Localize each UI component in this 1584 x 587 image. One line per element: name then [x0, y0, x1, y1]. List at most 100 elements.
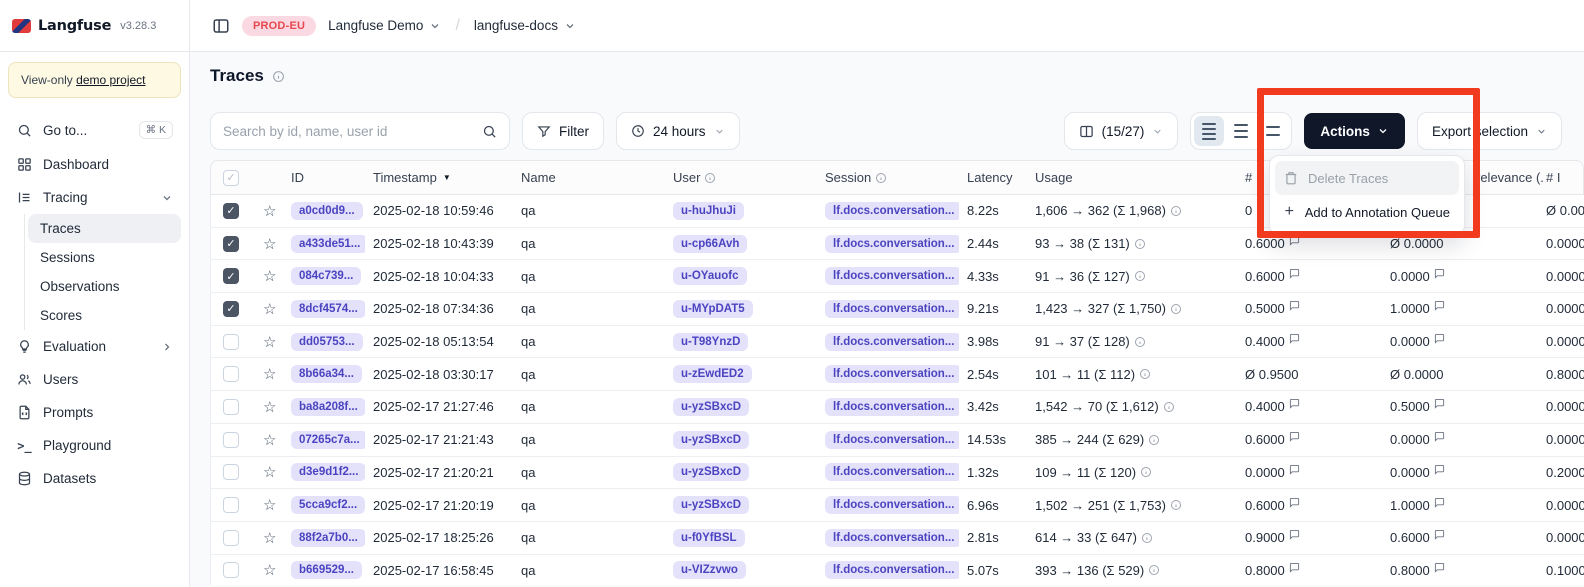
col-header-latency[interactable]: Latency: [959, 170, 1027, 185]
comment-icon[interactable]: [1289, 498, 1300, 508]
session-id-badge[interactable]: lf.docs.conversation...: [825, 235, 959, 253]
column-visibility-button[interactable]: (15/27): [1064, 112, 1179, 150]
info-icon[interactable]: [1141, 532, 1153, 544]
trace-row[interactable]: ☆88f2a7b0...2025-02-17 18:25:26qau-f0YfB…: [210, 522, 1584, 555]
comment-icon[interactable]: [1289, 465, 1300, 475]
sidebar-item-dashboard[interactable]: Dashboard: [8, 148, 181, 181]
star-icon[interactable]: ☆: [263, 463, 276, 481]
trace-id-badge[interactable]: 88f2a7b0...: [291, 529, 365, 547]
session-id-badge[interactable]: lf.docs.conversation...: [825, 398, 959, 416]
actions-button[interactable]: Actions: [1304, 113, 1405, 149]
trace-row[interactable]: ☆b669529...2025-02-17 16:58:45qau-VIZzvw…: [210, 555, 1584, 585]
row-checkbox[interactable]: [223, 399, 239, 415]
row-checkbox[interactable]: [223, 530, 239, 546]
sidebar-item-observations[interactable]: Observations: [28, 272, 181, 301]
sidebar-item-sessions[interactable]: Sessions: [28, 243, 181, 272]
col-header-session[interactable]: Session: [817, 170, 959, 185]
session-id-badge[interactable]: lf.docs.conversation...: [825, 431, 959, 449]
demo-project-link[interactable]: demo project: [76, 73, 145, 87]
comment-icon[interactable]: [1434, 432, 1445, 442]
trace-id-badge[interactable]: 07265c7a...: [291, 431, 365, 449]
row-checkbox[interactable]: [223, 366, 239, 382]
user-id-badge[interactable]: u-huJhuJi: [673, 202, 744, 220]
export-selection-button[interactable]: Export selection: [1417, 112, 1562, 150]
comment-icon[interactable]: [1434, 530, 1445, 540]
trace-row[interactable]: ☆d3e9d1f2...2025-02-17 21:20:21qau-yzSBx…: [210, 457, 1584, 490]
goto-search[interactable]: Go to... ⌘ K: [8, 112, 181, 148]
trace-id-badge[interactable]: d3e9d1f2...: [291, 463, 365, 481]
comment-icon[interactable]: [1434, 301, 1445, 311]
comment-icon[interactable]: [1434, 563, 1445, 573]
info-icon[interactable]: [1170, 303, 1182, 315]
comment-icon[interactable]: [1434, 334, 1445, 344]
trace-id-badge[interactable]: 8b66a34...: [291, 365, 362, 383]
sidebar-item-users[interactable]: Users: [8, 363, 181, 396]
comment-icon[interactable]: [1289, 236, 1300, 246]
row-checkbox[interactable]: [223, 432, 239, 448]
trace-row[interactable]: ☆07265c7a...2025-02-17 21:21:43qau-yzSBx…: [210, 424, 1584, 457]
trace-id-badge[interactable]: ba8a208f...: [291, 398, 365, 416]
comment-icon[interactable]: [1434, 269, 1445, 279]
info-icon[interactable]: [1139, 368, 1151, 380]
trace-row[interactable]: ☆8b66a34...2025-02-18 03:30:17qau-zEwdED…: [210, 358, 1584, 391]
sidebar-item-evaluation[interactable]: Evaluation: [8, 330, 181, 363]
trace-row[interactable]: ☆5cca9cf2...2025-02-17 21:20:19qau-yzSBx…: [210, 489, 1584, 522]
sidebar-item-datasets[interactable]: Datasets: [8, 462, 181, 495]
sidebar-item-prompts[interactable]: Prompts: [8, 396, 181, 429]
comment-icon[interactable]: [1289, 269, 1300, 279]
star-icon[interactable]: ☆: [263, 365, 276, 383]
user-id-badge[interactable]: u-T98YnzD: [673, 333, 748, 351]
sidebar-item-scores[interactable]: Scores: [28, 301, 181, 330]
col-header-user[interactable]: User: [665, 170, 817, 185]
info-icon[interactable]: [1163, 401, 1175, 413]
filter-button[interactable]: Filter: [522, 112, 604, 150]
comment-icon[interactable]: [1434, 498, 1445, 508]
session-id-badge[interactable]: lf.docs.conversation...: [825, 202, 959, 220]
session-id-badge[interactable]: lf.docs.conversation...: [825, 300, 959, 318]
user-id-badge[interactable]: u-yzSBxcD: [673, 463, 749, 481]
session-id-badge[interactable]: lf.docs.conversation...: [825, 365, 959, 383]
session-id-badge[interactable]: lf.docs.conversation...: [825, 561, 959, 579]
comment-icon[interactable]: [1289, 301, 1300, 311]
star-icon[interactable]: ☆: [263, 300, 276, 318]
trace-row[interactable]: ✓☆084c739...2025-02-18 10:04:33qau-OYauo…: [210, 260, 1584, 293]
session-id-badge[interactable]: lf.docs.conversation...: [825, 267, 959, 285]
user-id-badge[interactable]: u-MYpDAT5: [673, 300, 753, 318]
col-header-usage[interactable]: Usage: [1027, 170, 1237, 185]
star-icon[interactable]: ☆: [263, 529, 276, 547]
comment-icon[interactable]: [1289, 563, 1300, 573]
user-id-badge[interactable]: u-OYauofc: [673, 267, 747, 285]
user-id-badge[interactable]: u-f0YfBSL: [673, 529, 745, 547]
menu-item-add-to-annotation-queue[interactable]: + Add to Annotation Queue: [1275, 195, 1459, 229]
col-header-relevance[interactable]: relevance (...: [1466, 170, 1544, 185]
select-all-checkbox[interactable]: ✓: [223, 170, 239, 186]
star-icon[interactable]: ☆: [263, 202, 276, 220]
star-icon[interactable]: ☆: [263, 333, 276, 351]
trace-id-badge[interactable]: a0cd0d9...: [291, 202, 363, 220]
user-id-badge[interactable]: u-yzSBxcD: [673, 398, 749, 416]
row-checkbox[interactable]: [223, 334, 239, 350]
session-id-badge[interactable]: lf.docs.conversation...: [825, 463, 959, 481]
info-icon[interactable]: [272, 70, 285, 83]
star-icon[interactable]: ☆: [263, 496, 276, 514]
row-checkbox[interactable]: [223, 562, 239, 578]
user-id-badge[interactable]: u-VIZzvwo: [673, 561, 746, 579]
trace-row[interactable]: ✓☆8dcf4574...2025-02-18 07:34:36qau-MYpD…: [210, 293, 1584, 326]
sort-desc-icon[interactable]: ▼: [443, 173, 451, 182]
star-icon[interactable]: ☆: [263, 267, 276, 285]
org-switcher[interactable]: Langfuse Demo: [328, 18, 441, 33]
session-id-badge[interactable]: lf.docs.conversation...: [825, 529, 959, 547]
trace-row[interactable]: ☆dd05753...2025-02-18 05:13:54qau-T98Ynz…: [210, 326, 1584, 359]
row-checkbox[interactable]: ✓: [223, 301, 239, 317]
row-checkbox[interactable]: [223, 464, 239, 480]
session-id-badge[interactable]: lf.docs.conversation...: [825, 333, 959, 351]
row-checkbox[interactable]: ✓: [223, 203, 239, 219]
comment-icon[interactable]: [1289, 399, 1300, 409]
user-id-badge[interactable]: u-zEwdED2: [673, 365, 752, 383]
comment-icon[interactable]: [1289, 530, 1300, 540]
col-header-timestamp[interactable]: Timestamp▼: [365, 170, 513, 185]
project-switcher[interactable]: langfuse-docs: [474, 18, 576, 33]
row-height-medium-button[interactable]: [1226, 116, 1256, 146]
user-id-badge[interactable]: u-yzSBxcD: [673, 496, 749, 514]
trace-id-badge[interactable]: b669529...: [291, 561, 362, 579]
